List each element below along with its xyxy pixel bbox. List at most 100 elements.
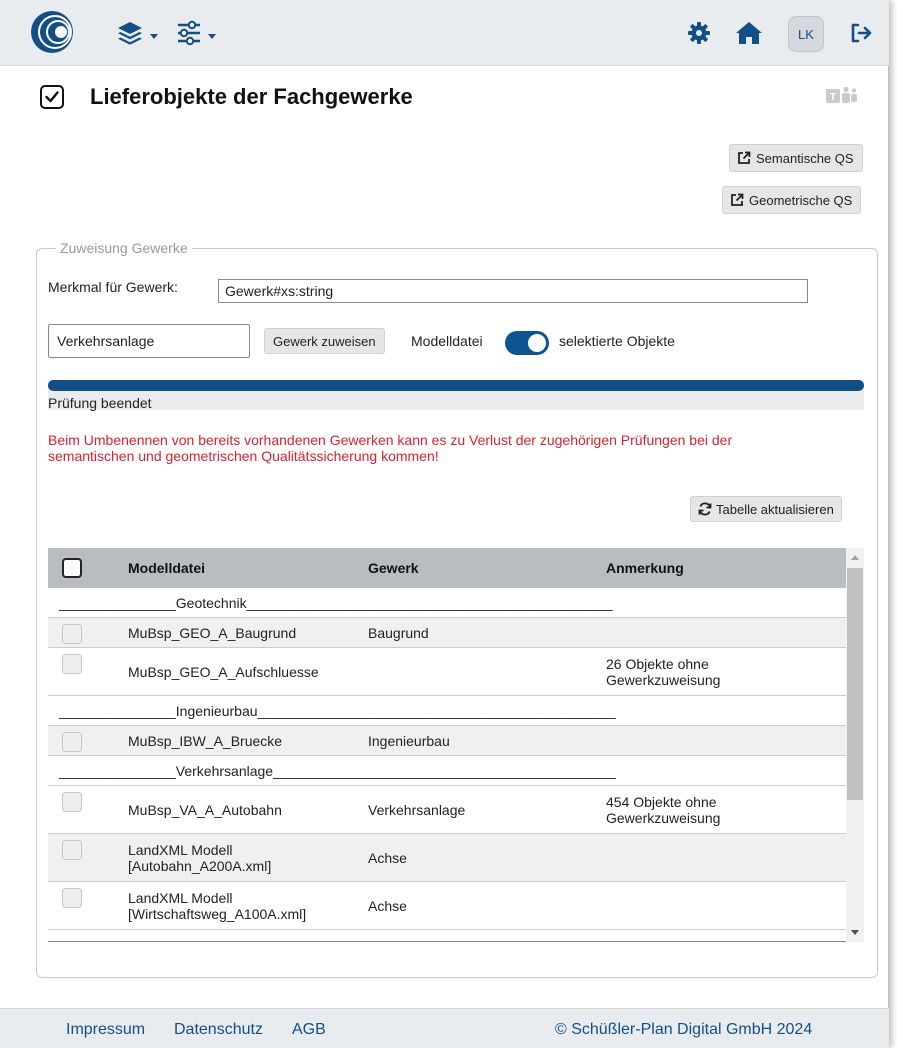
top-toolbar: LK [0, 0, 889, 66]
home-button[interactable] [735, 17, 763, 49]
cell-modelldatei: LandXML Modell [Wirtschaftsweg_A100A.xml] [128, 890, 306, 922]
warning-line-1: Beim Umbenennen von bereits vorhandenen … [48, 432, 733, 448]
group-label: _______________Ingenieurbau_____________… [59, 703, 616, 719]
scroll-down-arrow[interactable] [851, 930, 859, 935]
sliders-icon [178, 20, 200, 46]
row-checkbox[interactable] [62, 732, 82, 752]
refresh-table-label: Tabelle aktualisieren [716, 501, 834, 517]
assignment-legend: Zuweisung Gewerke [56, 240, 192, 256]
page-title: Lieferobjekte der Fachgewerke [90, 84, 413, 109]
filter-menu-button[interactable] [176, 17, 216, 49]
chevron-down-icon [208, 33, 216, 39]
feature-input[interactable] [218, 279, 808, 303]
cell-modelldatei-line: LandXML Modell [128, 890, 233, 906]
cell-gewerk: Baugrund [368, 625, 429, 641]
mode-toggle[interactable] [505, 331, 549, 355]
cell-modelldatei: MuBsp_IBW_A_Bruecke [128, 733, 282, 749]
cell-gewerk: Ingenieurbau [368, 733, 450, 749]
row-checkbox[interactable] [62, 888, 82, 908]
home-icon [736, 22, 762, 44]
group-label: _______________Geotechnik_______________… [59, 595, 613, 611]
company-logo[interactable] [30, 10, 74, 54]
datenschutz-link[interactable]: Datenschutz [174, 1021, 263, 1039]
warning-message: Beim Umbenennen von bereits vorhandenen … [48, 432, 848, 464]
group-row: _______________Geotechnik_______________… [48, 588, 846, 618]
settings-button[interactable] [687, 17, 711, 49]
table-row: MuBsp_VA_A_Autobahn Verkehrsanlage 454 Obj… [48, 786, 846, 834]
user-avatar[interactable]: LK [788, 16, 824, 52]
table-row: MuBsp_GEO_A_Baugrund Baugrund [48, 618, 846, 648]
chevron-down-icon [150, 33, 158, 39]
cell-gewerk: Verkehrsanlage [368, 802, 466, 818]
logout-icon [851, 23, 872, 43]
table-row: MuBsp_IBW_A_Bruecke Ingenieurbau [48, 726, 846, 756]
semantic-qs-label: Semantische QS [756, 150, 854, 166]
geometric-qs-button[interactable]: Geometrische QS [722, 186, 862, 214]
cell-modelldatei-line: [Wirtschaftsweg_A100A.xml] [128, 906, 307, 922]
svg-text:T: T [830, 92, 836, 103]
assign-gewerk-button[interactable]: Gewerk zuweisen [264, 328, 385, 354]
row-checkbox[interactable] [62, 840, 82, 860]
table-scrollbar[interactable] [846, 548, 864, 942]
toggle-left-label: Modelldatei [411, 333, 483, 349]
table-row: LandXML Modell [Autobahn_A200A.xml] Achse [48, 834, 846, 882]
gear-icon [688, 22, 710, 44]
table-body: _______________Geotechnik_______________… [48, 588, 846, 930]
refresh-icon [698, 502, 712, 516]
page-header: Lieferobjekte der Fachgewerke [40, 81, 413, 113]
warning-line-2: semantischen und geometrischen Qualitäts… [48, 448, 439, 464]
toggle-right-label: selektierte Objekte [559, 333, 675, 349]
cell-anmerkung-line: 454 Objekte ohne [606, 794, 717, 810]
cell-anmerkung-line: Gewerkzuweisung [606, 810, 721, 826]
cell-modelldatei-line: MuBsp_VA_A_Autobahn [128, 802, 282, 818]
row-checkbox[interactable] [62, 792, 82, 812]
cell-modelldatei-line: MuBsp_GEO_A_Aufschluesse [128, 664, 319, 680]
cell-modelldatei-line: MuBsp_GEO_A_Baugrund [128, 625, 297, 641]
feature-label: Merkmal für Gewerk: [48, 279, 178, 295]
header-gewerk[interactable]: Gewerk [368, 548, 419, 588]
logout-button[interactable] [849, 17, 873, 49]
cell-modelldatei-line: MuBsp_IBW_A_Bruecke [128, 733, 283, 749]
cell-anmerkung-line: Gewerkzuweisung [606, 672, 721, 688]
ms-teams-icon[interactable]: T [826, 86, 860, 106]
layers-icon [118, 22, 142, 45]
cell-modelldatei-line: LandXML Modell [128, 842, 233, 858]
header-anmerkung[interactable]: Anmerkung [606, 548, 684, 588]
cell-modelldatei: MuBsp_VA_A_Autobahn [128, 802, 282, 818]
row-checkbox[interactable] [62, 654, 82, 674]
cell-modelldatei-line: [Autobahn_A200A.xml] [128, 858, 272, 874]
gewerk-input[interactable] [48, 324, 250, 358]
row-checkbox[interactable] [62, 624, 82, 644]
group-row: _______________Ingenieurbau_____________… [48, 696, 846, 726]
refresh-table-button[interactable]: Tabelle aktualisieren [690, 496, 842, 522]
table-row: LandXML Modell [Wirtschaftsweg_A100A.xml]… [48, 882, 846, 930]
layers-menu-button[interactable] [116, 17, 158, 49]
cell-modelldatei: LandXML Modell [Autobahn_A200A.xml] [128, 842, 271, 874]
group-row: _______________Verkehrsanlage___________… [48, 756, 846, 786]
progress-status: Prüfung beendet [48, 395, 152, 411]
external-link-icon [738, 151, 751, 164]
scroll-thumb[interactable] [847, 568, 863, 800]
header-modelldatei[interactable]: Modelldatei [128, 548, 205, 588]
progress-area: Prüfung beendet [48, 380, 864, 411]
group-label: _______________Verkehrsanlage___________… [59, 763, 616, 779]
impressum-link[interactable]: Impressum [66, 1021, 145, 1039]
geometric-qs-label: Geometrische QS [749, 192, 853, 208]
table-row: MuBsp_GEO_A_Aufschluesse 26 Objekte ohne G… [48, 648, 846, 696]
copyright-text: © Schüßler-Plan Digital GmbH 2024 [555, 1021, 813, 1038]
scroll-up-arrow[interactable] [851, 555, 859, 560]
table-header: Modelldatei Gewerk Anmerkung [48, 548, 846, 588]
cell-modelldatei: MuBsp_GEO_A_Baugrund [128, 625, 296, 641]
checkbox-checked-icon [40, 85, 64, 109]
cell-anmerkung-line: 26 Objekte ohne [606, 656, 709, 672]
external-link-icon [731, 193, 744, 206]
app-frame: LK Lieferobjekte der Fachgewerke T Seman… [0, 0, 889, 1048]
toggle-knob [528, 334, 546, 352]
agb-link[interactable]: AGB [292, 1021, 326, 1039]
cell-anmerkung: 454 Objekte ohne Gewerkzuweisung [606, 794, 720, 826]
semantic-qs-button[interactable]: Semantische QS [729, 144, 863, 172]
footer: Impressum Datenschutz AGB © Schüßler-Pla… [0, 1008, 889, 1048]
cell-gewerk: Achse [368, 850, 407, 866]
cell-gewerk: Achse [368, 898, 407, 914]
select-all-checkbox[interactable] [62, 558, 82, 578]
